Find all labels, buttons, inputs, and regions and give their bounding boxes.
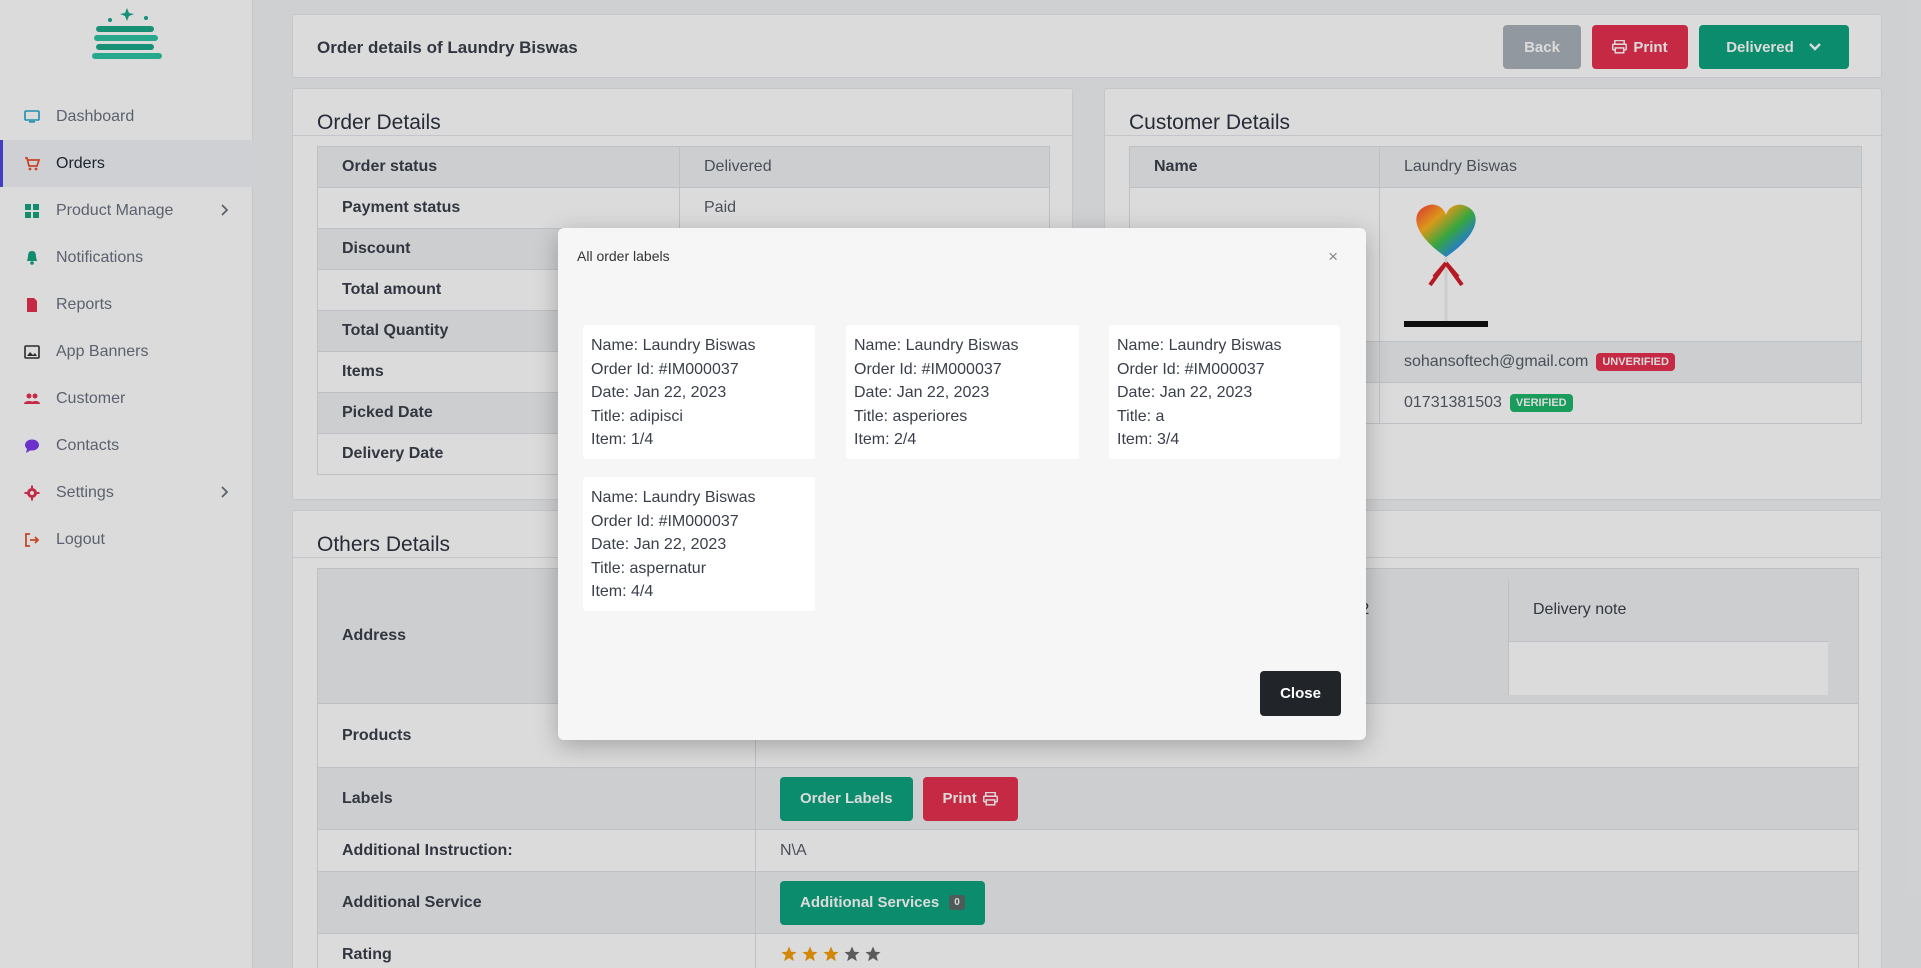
label-item: Item: 3/4	[1117, 431, 1180, 448]
order-labels-modal: All order labels × Name: Laundry Biswas O…	[558, 228, 1366, 740]
label-item: Item: 4/4	[591, 583, 654, 600]
label-order: Order Id: #IM000037	[854, 360, 1002, 378]
label-title: Title: asperiores	[854, 407, 968, 425]
label-date: Date: Jan 22, 2023	[591, 536, 727, 553]
order-label-card: Name: Laundry Biswas Order Id: #IM000037 D…	[583, 477, 815, 611]
label-title: Title: a	[1117, 407, 1165, 425]
label-order: Order Id: #IM000037	[591, 512, 739, 530]
label-date: Date: Jan 22, 2023	[1117, 384, 1253, 401]
modal-title: All order labels	[577, 248, 670, 264]
order-label-card: Name: Laundry Biswas Order Id: #IM000037 D…	[1109, 325, 1340, 459]
order-label-card: Name: Laundry Biswas Order Id: #IM000037 D…	[583, 325, 815, 459]
label-name: Name: Laundry Biswas	[854, 337, 1019, 354]
label-name: Name: Laundry Biswas	[591, 337, 756, 354]
modal-close-button[interactable]: Close	[1260, 671, 1341, 716]
label-item: Item: 1/4	[591, 431, 654, 448]
label-title: Title: aspernatur	[591, 559, 707, 577]
order-label-card: Name: Laundry Biswas Order Id: #IM000037 D…	[846, 325, 1079, 459]
label-name: Name: Laundry Biswas	[1117, 337, 1282, 354]
label-date: Date: Jan 22, 2023	[591, 384, 727, 401]
label-order: Order Id: #IM000037	[591, 360, 739, 378]
label-order: Order Id: #IM000037	[1117, 360, 1265, 378]
label-date: Date: Jan 22, 2023	[854, 384, 990, 401]
modal-close-icon[interactable]: ×	[1328, 247, 1338, 267]
label-item: Item: 2/4	[854, 431, 917, 448]
label-name: Name: Laundry Biswas	[591, 489, 756, 506]
label-title: Title: adipisci	[591, 407, 683, 425]
